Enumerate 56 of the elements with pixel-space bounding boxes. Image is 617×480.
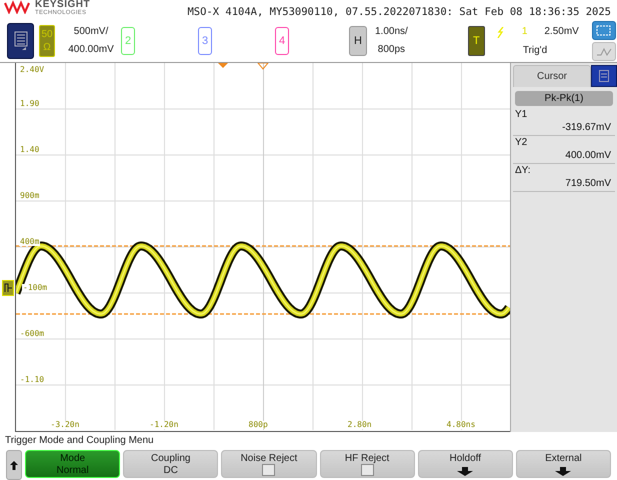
readout-label: Y2 <box>514 136 528 149</box>
checkbox[interactable] <box>262 464 276 476</box>
softkey-button[interactable]: Holdoff <box>418 450 513 478</box>
time-axis-label: 4.80ns <box>446 421 476 429</box>
checkbox[interactable] <box>360 464 374 476</box>
trigger-button[interactable]: T <box>468 26 485 56</box>
delay-marker-icon <box>256 63 270 70</box>
voltage-axis-label: 900m <box>19 192 40 200</box>
dashed-rectangle-icon <box>596 24 612 36</box>
readout-label: Y1 <box>514 108 528 121</box>
time-axis-label: -1.20n <box>148 421 180 429</box>
readout-value: 400.00mV <box>513 149 615 164</box>
channel-scale: 500mV/ <box>74 27 108 37</box>
brand-name: KEYSIGHT <box>35 0 90 10</box>
screen-capture-button[interactable] <box>592 21 616 40</box>
instrument-title: MSO-X 4104A, MY53090110, 07.55.2022071830: Sat Feb 08 18:36:35 2025 <box>187 6 611 18</box>
voltage-axis-label: -600m <box>19 330 46 338</box>
softkey-button[interactable]: HF Reject <box>320 450 415 478</box>
panel-menu-button[interactable] <box>591 65 617 87</box>
voltage-axis-label: -1.10 <box>19 376 46 384</box>
menu-title: Trigger Mode and Coupling Menu <box>4 434 155 448</box>
readout-value: -319.67mV <box>513 121 615 136</box>
wave-logo-icon <box>4 0 32 14</box>
time-axis-label: 2.80n <box>346 421 373 429</box>
softkey-button[interactable]: External <box>516 450 612 478</box>
waveform-icon <box>596 46 612 56</box>
document-icon <box>599 70 609 82</box>
voltage-axis-label: 400m <box>19 238 40 246</box>
menu-up-button[interactable] <box>6 450 22 480</box>
readout-label: ΔY: <box>514 164 532 177</box>
cursor-tab[interactable]: Cursor <box>513 65 591 87</box>
time-delay: 800ps <box>378 45 406 55</box>
voltage-axis-label: -100m <box>22 284 48 292</box>
time-scale: 1.00ns/ <box>375 27 408 37</box>
trigger-level: 2.50mV <box>544 27 579 37</box>
down-arrow-icon <box>457 467 474 476</box>
time-axis-label: 800p <box>248 421 269 429</box>
document-icon <box>14 31 28 51</box>
down-arrow-icon <box>555 467 572 476</box>
measurement-mode-label: Pk-Pk(1) <box>515 91 613 106</box>
voltage-axis-label: 1.40 <box>19 146 40 154</box>
channel-offset: 400.00mV <box>68 45 114 55</box>
up-arrow-icon <box>10 460 18 470</box>
channel-menu-button[interactable] <box>7 23 34 59</box>
voltage-axis-label: 2.40V <box>19 66 46 74</box>
trigger-status: Trig'd <box>522 46 548 56</box>
softkey-button[interactable]: Coupling DC <box>123 450 218 478</box>
channel-impedance-badge: 50 Ω <box>39 25 55 57</box>
readout-value: 719.50mV <box>513 177 615 192</box>
trigger-position-marker-icon <box>218 63 228 68</box>
softkey-button[interactable]: Noise Reject <box>221 450 317 478</box>
trigger-source: 1 <box>522 27 528 37</box>
voltage-axis-label: 1.90 <box>19 100 40 108</box>
horizontal-button[interactable]: H <box>349 26 367 56</box>
softkey-button[interactable]: Mode Normal <box>25 450 120 478</box>
time-axis-label: -3.20n <box>50 421 80 429</box>
